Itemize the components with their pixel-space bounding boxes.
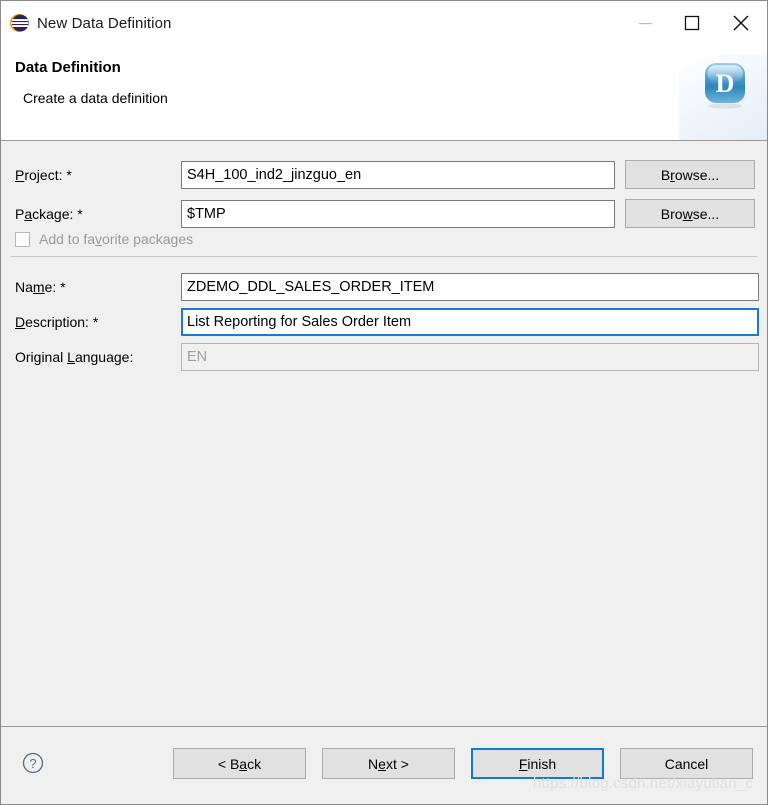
description-label: Description: * <box>15 314 99 330</box>
package-input[interactable]: $TMP <box>181 200 615 228</box>
finish-button[interactable]: Finish <box>471 748 604 779</box>
description-input[interactable]: List Reporting for Sales Order Item <box>181 308 759 336</box>
package-label: Package: * <box>15 206 83 222</box>
project-browse-button[interactable]: Br owse... <box>625 160 755 189</box>
new-data-definition-dialog: New Data Definition D Data Definition Cr… <box>0 0 768 805</box>
page-title: Data Definition <box>15 59 121 76</box>
window-title: New Data Definition <box>37 14 172 32</box>
minimize-icon <box>639 23 652 25</box>
package-browse-button[interactable]: Bro w se... <box>625 199 755 228</box>
maximize-button[interactable] <box>669 1 715 45</box>
dialog-footer: ? < Ba ck Ne xt > Finish Cancel https://bl… <box>1 726 767 804</box>
name-input[interactable]: ZDEMO_DDL_SALES_ORDER_ITEM <box>181 273 759 301</box>
name-label: Name: * <box>15 279 66 295</box>
close-icon <box>733 15 749 31</box>
window-controls <box>623 1 767 45</box>
close-button[interactable] <box>715 1 767 45</box>
add-to-favorite-packages-checkbox[interactable] <box>15 231 30 247</box>
eclipse-icon <box>9 13 29 33</box>
cancel-button[interactable]: Cancel <box>620 748 753 779</box>
add-to-favorite-packages-label: Add to favorite packages <box>39 231 194 247</box>
wizard-header: D Data Definition Create a data definiti… <box>1 45 767 141</box>
minimize-button[interactable] <box>623 1 669 45</box>
project-input[interactable]: S4H_100_ind2_jinzguo_en <box>181 161 615 189</box>
field-row-name: Name: * ZDEMO_DDL_SALES_ORDER_ITEM <box>1 273 767 301</box>
help-button[interactable]: ? <box>21 751 45 778</box>
section-separator <box>11 256 757 257</box>
next-button[interactable]: Ne xt > <box>322 748 455 779</box>
maximize-icon <box>684 15 700 31</box>
footer-button-group: < Ba ck Ne xt > Finish Cancel <box>173 748 753 779</box>
project-label: Project: * <box>15 167 72 183</box>
title-bar: New Data Definition <box>1 1 767 45</box>
original-language-label: Original Language: <box>15 349 134 365</box>
form-body: Project: * S4H_100_ind2_jinzguo_en Br ows… <box>1 141 767 726</box>
field-row-original-language: Original Language: EN <box>1 343 767 371</box>
add-to-favorite-packages-row[interactable]: Add to favorite packages <box>15 229 193 249</box>
help-icon: ? <box>22 752 44 774</box>
original-language-input: EN <box>181 343 759 371</box>
back-button[interactable]: < Ba ck <box>173 748 306 779</box>
page-subtitle: Create a data definition <box>23 90 168 106</box>
field-row-description: Description: * List Reporting for Sales … <box>1 308 767 336</box>
svg-text:?: ? <box>29 756 36 771</box>
